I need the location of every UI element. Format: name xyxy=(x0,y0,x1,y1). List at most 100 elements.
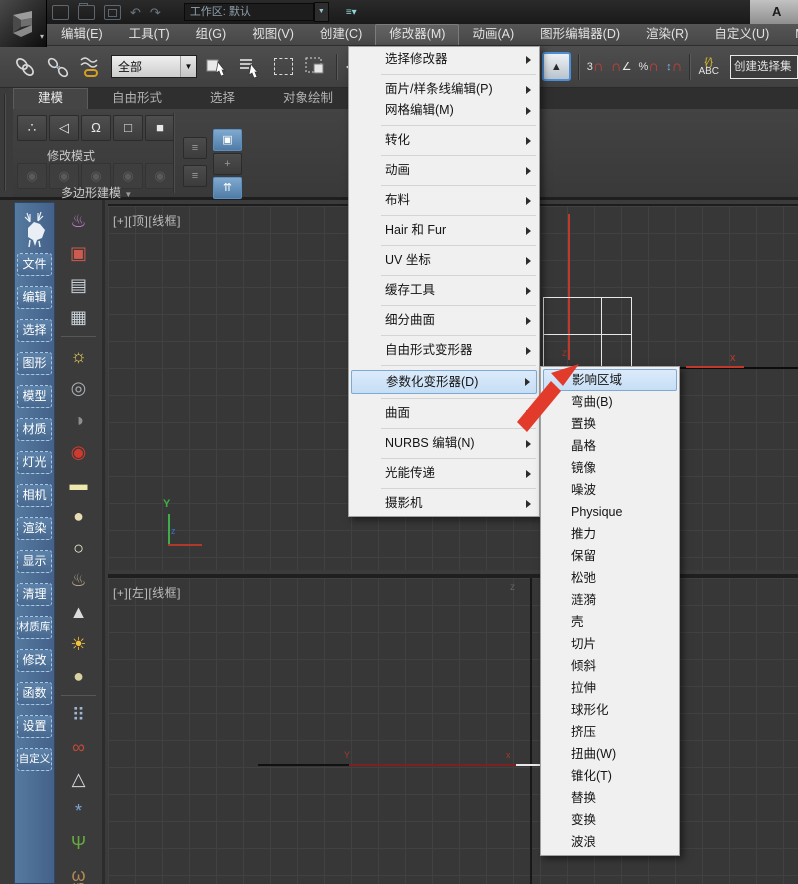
material-editor-teapot-icon[interactable]: ♨ xyxy=(62,208,96,234)
sidebar-button-灯光[interactable]: 灯光 xyxy=(17,451,52,474)
rendered-frame-window-icon[interactable]: ▣ xyxy=(62,240,96,266)
sidebar-button-图形[interactable]: 图形 xyxy=(17,352,52,375)
menu-item[interactable]: 曲面 xyxy=(349,403,539,424)
video-camera-icon[interactable]: ◎ xyxy=(62,375,96,401)
bind-to-space-warp-icon[interactable] xyxy=(78,54,104,80)
sidebar-button-材质库[interactable]: 材质库 xyxy=(17,616,52,639)
spinner-snap-toggle[interactable]: ↕ ∩ xyxy=(666,59,682,74)
viewport-left[interactable]: [+][左][线框] z Y x xyxy=(108,574,798,884)
ribbon-tab[interactable]: 对象绘制 xyxy=(259,88,357,109)
wireframe-box[interactable] xyxy=(543,297,632,370)
menu-item[interactable]: 自由形式变形器 xyxy=(349,340,539,361)
sidebar-button-函数[interactable]: 函数 xyxy=(17,682,52,705)
unlink-selection-icon[interactable] xyxy=(45,54,71,80)
submenu-item[interactable]: 锥化(T) xyxy=(541,765,679,787)
redo-icon[interactable]: ↷ xyxy=(150,6,161,19)
menu-item[interactable]: 摄影机 xyxy=(349,493,539,514)
ribbon-tab[interactable]: 自由形式 xyxy=(88,88,186,109)
expand-stack-button[interactable]: ≡ xyxy=(183,165,207,187)
molecule-icon[interactable]: ∞ xyxy=(62,734,96,760)
sidebar-button-文件[interactable]: 文件 xyxy=(17,253,52,276)
light-lister-icon[interactable]: ☼ xyxy=(62,343,96,369)
sidebar-button-材质[interactable]: 材质 xyxy=(17,418,52,441)
menubar-item[interactable]: 组(G) xyxy=(183,24,240,45)
preview-toggle-button[interactable]: ▣ xyxy=(213,129,242,151)
submenu-item[interactable]: 影响区域 xyxy=(543,369,677,391)
submenu-item[interactable]: 弯曲(B) xyxy=(541,391,679,413)
menubar-item[interactable]: 自定义(U) xyxy=(701,24,782,45)
menubar-item[interactable]: 图形编辑器(D) xyxy=(527,24,633,45)
collapse-stack-button[interactable]: ≡ xyxy=(183,137,207,159)
submenu-item[interactable]: 挤压 xyxy=(541,721,679,743)
submenu-item[interactable]: 变换 xyxy=(541,809,679,831)
submenu-item[interactable]: 拉伸 xyxy=(541,677,679,699)
select-by-name-icon[interactable] xyxy=(237,54,263,80)
sidebar-button-显示[interactable]: 显示 xyxy=(17,550,52,573)
submenu-item[interactable]: 松弛 xyxy=(541,567,679,589)
submenu-item[interactable]: 推力 xyxy=(541,523,679,545)
menu-item[interactable]: 转化 xyxy=(349,130,539,151)
sidebar-button-相机[interactable]: 相机 xyxy=(17,484,52,507)
selection-lock-toggle[interactable]: ▲ xyxy=(541,52,571,81)
save-file-icon[interactable] xyxy=(104,4,121,20)
sidebar-button-清理[interactable]: 清理 xyxy=(17,583,52,606)
menu-item[interactable]: 光能传递 xyxy=(349,463,539,484)
white-cone-icon[interactable]: ▲ xyxy=(62,599,96,625)
percent-snap-toggle[interactable]: % ∩ xyxy=(638,59,659,74)
submenu-item[interactable]: 倾斜 xyxy=(541,655,679,677)
submenu-item[interactable]: 球形化 xyxy=(541,699,679,721)
viewport-left-label[interactable]: [+][左][线框] xyxy=(113,584,181,601)
sidebar-button-修改[interactable]: 修改 xyxy=(17,649,52,672)
window-crossing-toggle-icon[interactable] xyxy=(303,54,329,80)
sidebar-button-选择[interactable]: 选择 xyxy=(17,319,52,342)
submenu-item[interactable]: 扭曲(W) xyxy=(541,743,679,765)
element-mode-button[interactable]: ■ xyxy=(145,115,175,141)
poly-modeling-label[interactable]: 多边形建模 ▼ xyxy=(61,184,132,201)
sidebar-button-编辑[interactable]: 编辑 xyxy=(17,286,52,309)
menu-item[interactable]: 缓存工具 xyxy=(349,280,539,301)
border-mode-button[interactable]: Ω xyxy=(81,115,111,141)
snap-toggle-3d[interactable]: 3 ∩ xyxy=(587,59,604,74)
submenu-item[interactable]: 噪波 xyxy=(541,479,679,501)
show-end-result-button[interactable]: ⇈ xyxy=(213,177,242,199)
submenu-item[interactable]: Physique xyxy=(541,501,679,523)
ribbon-tab[interactable]: 建模 xyxy=(13,88,89,109)
blue-rock-icon[interactable]: * xyxy=(62,798,96,824)
menubar-item[interactable]: 工具(T) xyxy=(116,24,183,45)
menu-item[interactable]: 动画 xyxy=(349,160,539,181)
sidebar-button-模型[interactable]: 模型 xyxy=(17,385,52,408)
menubar-item[interactable]: 创建(C) xyxy=(307,24,375,45)
beige-sphere-icon[interactable]: ● xyxy=(62,663,96,689)
submenu-item[interactable]: 切片 xyxy=(541,633,679,655)
menu-item[interactable]: 细分曲面 xyxy=(349,310,539,331)
new-file-icon[interactable] xyxy=(52,4,69,20)
menu-item[interactable]: 面片/样条线编辑(P) xyxy=(349,79,539,100)
submenu-item[interactable]: 壳 xyxy=(541,611,679,633)
submenu-item[interactable]: 涟漪 xyxy=(541,589,679,611)
sidebar-button-渲染[interactable]: 渲染 xyxy=(17,517,52,540)
polygon-mode-button[interactable]: □ xyxy=(113,115,143,141)
edit-named-selection-sets-icon[interactable]: {⁄} ABC xyxy=(698,57,719,76)
submenu-item[interactable]: 保留 xyxy=(541,545,679,567)
track-view-mixer-icon[interactable]: ▦ xyxy=(62,304,96,330)
cream-blob-icon[interactable]: ● xyxy=(62,503,96,529)
hair-fur-claw-icon[interactable]: ωHF xyxy=(62,862,96,884)
select-object-icon[interactable] xyxy=(204,54,230,80)
menu-item[interactable]: 参数化变形器(D) xyxy=(351,370,537,394)
submenu-item[interactable]: 波浪 xyxy=(541,831,679,853)
space-warp-pyramid-icon[interactable]: △ xyxy=(62,766,96,792)
menubar-item[interactable]: 动画(A) xyxy=(459,24,527,45)
angle-snap-toggle[interactable]: ∩ ∠ xyxy=(611,59,632,74)
create-selection-set-field[interactable]: 创建选择集 xyxy=(730,54,798,79)
grass-icon[interactable]: Ψ xyxy=(62,830,96,856)
menu-item[interactable]: 网格编辑(M) xyxy=(349,100,539,121)
vertex-mode-button[interactable]: ∴ xyxy=(17,115,47,141)
selection-filter-dropdown[interactable]: 全部 ▼ xyxy=(111,55,197,78)
menubar-item[interactable]: 渲染(R) xyxy=(633,24,701,45)
select-and-link-icon[interactable] xyxy=(12,54,38,80)
menubar-item[interactable]: 视图(V) xyxy=(239,24,307,45)
rectangular-selection-region-icon[interactable] xyxy=(270,54,296,80)
submenu-item[interactable]: 替换 xyxy=(541,787,679,809)
dark-sphere-icon[interactable]: ◑ xyxy=(62,407,96,433)
sidebar-button-自定义[interactable]: 自定义 xyxy=(17,748,52,771)
